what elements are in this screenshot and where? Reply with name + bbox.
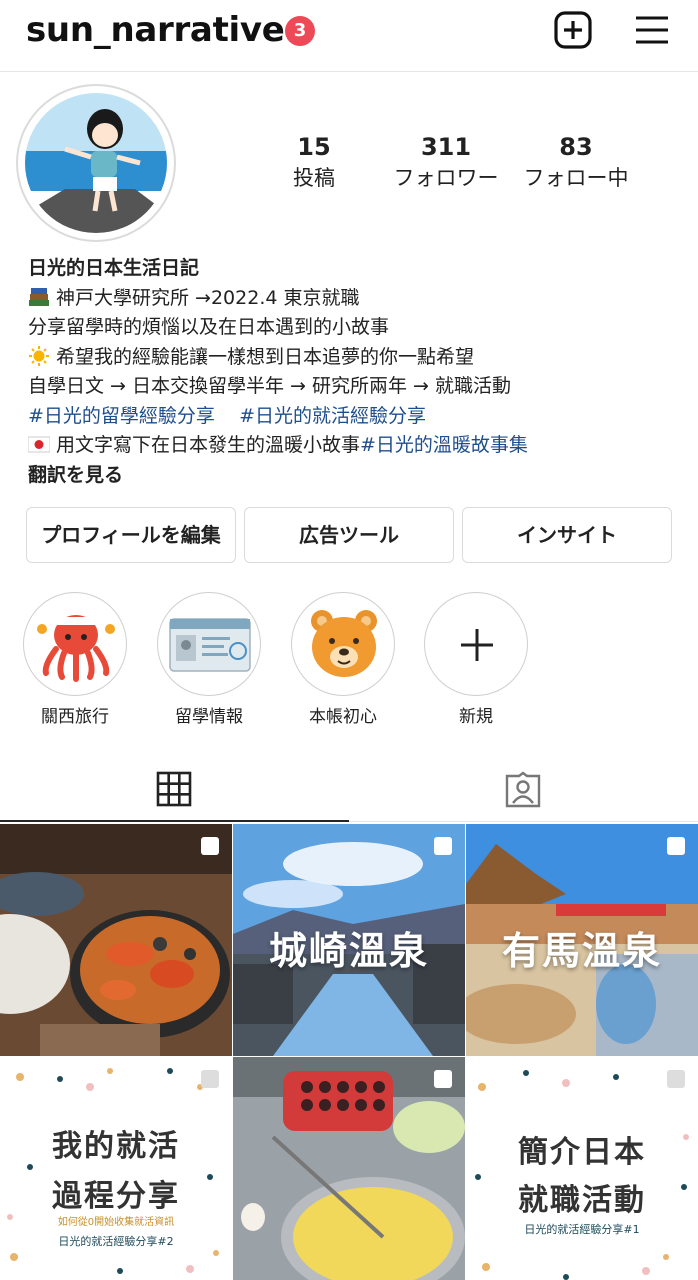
japan-flag-icon <box>28 436 50 453</box>
tagged-person-icon <box>505 771 541 808</box>
octopus-icon <box>37 615 115 682</box>
highlight-cover <box>157 592 261 696</box>
visa-card-icon <box>169 618 251 672</box>
bio-line: 神戸大學研究所 →2022.4 東京就職 <box>28 284 688 314</box>
post-subtitle: 如何從0開始收集就活資訊 <box>57 1217 175 1228</box>
highlight-cover <box>291 592 395 696</box>
multiple-photos-icon <box>201 837 219 855</box>
highlight-cover <box>424 592 528 696</box>
translate-link[interactable]: 翻訳を見る <box>28 461 688 491</box>
hashtag-link[interactable]: #日光的就活經驗分享 <box>239 405 426 427</box>
tab-posts-grid[interactable] <box>0 762 349 822</box>
post-title: 城崎溫泉 <box>268 929 429 973</box>
ad-tools-button[interactable]: 広告ツール <box>244 507 454 563</box>
tab-tagged[interactable] <box>349 762 698 822</box>
multiple-photos-icon <box>434 837 452 855</box>
insights-button[interactable]: インサイト <box>462 507 672 563</box>
content-tabs <box>0 762 698 822</box>
edit-profile-button[interactable]: プロフィールを編集 <box>26 507 236 563</box>
post-title: 我的就活 <box>52 1129 180 1164</box>
bio-line: 分享留學時的煩惱以及在日本遇到的小故事 <box>28 316 390 338</box>
post-thumbnail[interactable] <box>233 1057 465 1280</box>
post-thumbnail[interactable]: 城崎溫泉 <box>233 824 465 1056</box>
stat-value: 15 <box>297 133 331 161</box>
multiple-photos-icon <box>667 1070 685 1088</box>
highlight-cover <box>23 592 127 696</box>
hamburger-menu-icon <box>636 16 668 44</box>
hashtag-link[interactable]: #日光的溫暖故事集 <box>360 434 528 456</box>
bear-icon <box>311 610 377 677</box>
books-icon <box>29 287 49 306</box>
bio-text: 神戸大學研究所 →2022.4 東京就職 <box>56 286 360 309</box>
new-highlight-button[interactable]: 新規 <box>424 592 528 727</box>
plus-icon <box>461 629 493 661</box>
avatar[interactable] <box>25 93 167 233</box>
post-thumbnail[interactable]: 有馬溫泉 <box>466 824 698 1056</box>
post-thumbnail[interactable] <box>0 824 232 1056</box>
new-post-button[interactable] <box>552 10 594 50</box>
plus-square-icon <box>554 11 592 49</box>
post-thumbnail[interactable]: 我的就活 過程分享 如何從0開始收集就活資訊 日光的就活經驗分享#2 <box>0 1057 232 1280</box>
following-count[interactable]: 83 フォロー中 <box>516 132 636 192</box>
highlight-item[interactable]: 本帳初心 <box>291 592 395 727</box>
followers-count[interactable]: 311 フォロワー <box>386 132 506 192</box>
username[interactable]: sun_narrative <box>26 10 285 50</box>
multiple-photos-icon <box>201 1070 219 1088</box>
post-title: 簡介日本 <box>518 1135 646 1170</box>
highlight-label: 關西旅行 <box>41 707 109 727</box>
post-title: 就職活動 <box>518 1183 646 1218</box>
post-title: 有馬溫泉 <box>501 929 662 973</box>
highlight-label: 留學情報 <box>175 707 243 727</box>
post-footer: 日光的就活經驗分享#2 <box>58 1235 174 1248</box>
profile-bio: 日光的日本生活日記 神戸大學研究所 →2022.4 東京就職 分享留學時的煩惱以… <box>28 254 688 490</box>
sun-icon <box>29 345 49 366</box>
stat-value: 83 <box>559 133 593 161</box>
bio-line: 用文字寫下在日本發生的溫暖小故事#日光的溫暖故事集 <box>28 431 688 461</box>
highlight-label: 新規 <box>459 707 493 727</box>
post-footer: 日光的就活經驗分享#1 <box>524 1223 640 1236</box>
profile-header: sun_narrative 3 <box>0 0 698 72</box>
notification-badge[interactable]: 3 <box>285 16 315 46</box>
display-name: 日光的日本生活日記 <box>28 257 200 279</box>
grid-icon <box>156 771 192 807</box>
stat-label: 投稿 <box>293 166 335 190</box>
bio-line: 自學日文 → 日本交換留學半年 → 研究所兩年 → 就職活動 <box>28 375 511 397</box>
hashtag-link[interactable]: #日光的留學經驗分享 <box>28 405 215 427</box>
highlight-label: 本帳初心 <box>309 707 377 727</box>
stat-label: フォロワー <box>393 166 499 190</box>
bio-text: 用文字寫下在日本發生的溫暖小故事 <box>56 434 361 456</box>
highlight-item[interactable]: 留學情報 <box>157 592 261 727</box>
multiple-photos-icon <box>667 837 685 855</box>
multiple-photos-icon <box>434 1070 452 1088</box>
bio-line: 希望我的經驗能讓一樣想到日本追夢的你一點希望 <box>28 343 688 373</box>
menu-button[interactable] <box>632 12 672 48</box>
highlight-item[interactable]: 關西旅行 <box>23 592 127 727</box>
stat-label: フォロー中 <box>523 166 629 190</box>
posts-count[interactable]: 15 投稿 <box>274 132 354 192</box>
bio-line: #日光的留學經驗分享 #日光的就活經驗分享 <box>28 402 688 432</box>
bio-text: 希望我的經驗能讓一樣想到日本追夢的你一點希望 <box>56 345 475 368</box>
stat-value: 311 <box>420 133 472 161</box>
post-title: 過程分享 <box>52 1179 180 1214</box>
post-thumbnail[interactable]: 簡介日本 就職活動 日光的就活經驗分享#1 <box>466 1057 698 1280</box>
